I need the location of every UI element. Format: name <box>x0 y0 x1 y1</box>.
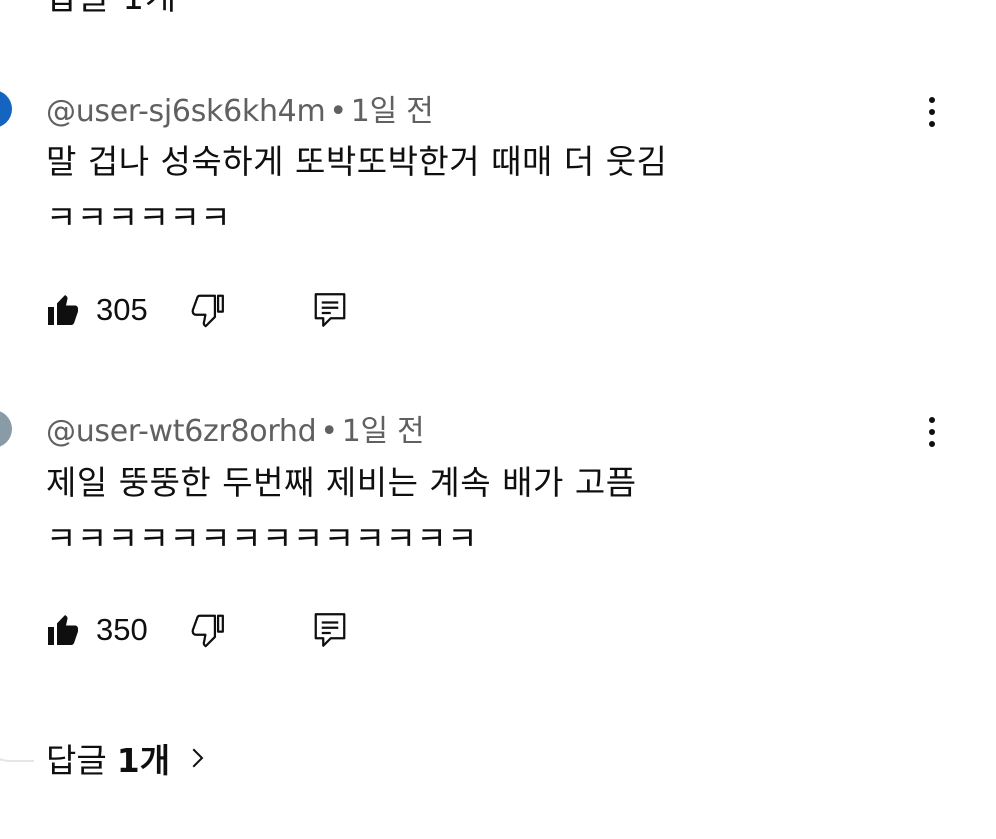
comment-timestamp: 1일 전 <box>350 94 434 129</box>
comment-meta: @user-wt6zr8orhd • 1일 전 <box>46 406 425 450</box>
comment-actions: 350 <box>44 608 348 652</box>
like-button[interactable] <box>44 612 82 648</box>
comment-text-line: ㅋㅋㅋㅋㅋㅋㅋㅋㅋㅋㅋㅋㅋㅋ <box>46 519 479 558</box>
dislike-button[interactable] <box>188 611 226 649</box>
like-count: 305 <box>96 292 148 327</box>
more-vertical-icon <box>929 417 935 423</box>
more-options-button[interactable] <box>912 90 952 134</box>
thread-connector-line <box>0 700 34 762</box>
reply-button[interactable] <box>312 290 348 330</box>
thumbs-down-icon <box>191 614 224 648</box>
separator-dot: • <box>320 414 338 449</box>
more-vertical-icon <box>929 97 935 103</box>
replies-label: 답글 <box>46 741 107 780</box>
reply-button[interactable] <box>312 610 348 650</box>
like-count: 350 <box>96 612 148 647</box>
comment-meta: @user-sj6sk6kh4m • 1일 전 <box>46 86 434 130</box>
comment-username[interactable]: @user-sj6sk6kh4m <box>46 94 326 129</box>
thumbs-down-icon <box>191 294 224 328</box>
dislike-button[interactable] <box>188 291 226 329</box>
comment-text-line: 제일 뚱뚱한 두번째 제비는 계속 배가 고픔 <box>46 463 637 502</box>
reply-comment-icon <box>314 613 346 647</box>
comment-actions: 305 <box>44 288 348 332</box>
reply-comment-icon <box>314 293 346 327</box>
avatar[interactable] <box>0 90 12 128</box>
separator-dot: • <box>329 94 347 129</box>
more-options-button[interactable] <box>912 410 952 454</box>
previous-replies-link-cutoff[interactable]: 답글 1개 <box>46 0 177 19</box>
avatar[interactable] <box>0 410 12 448</box>
thumbs-up-icon <box>48 295 78 325</box>
comment-text-line: 말 겁나 성숙하게 또박또박한거 때매 더 웃김 <box>46 142 668 181</box>
comment-username[interactable]: @user-wt6zr8orhd <box>46 414 317 449</box>
like-button[interactable] <box>44 292 82 328</box>
chevron-right-icon <box>192 748 204 768</box>
view-replies-button[interactable]: 답글 1개 <box>46 734 212 782</box>
comment-timestamp: 1일 전 <box>341 414 425 449</box>
comment-text-line: ㅋㅋㅋㅋㅋㅋ <box>46 198 232 237</box>
thumbs-up-icon <box>48 615 78 645</box>
replies-count: 1개 <box>116 741 171 780</box>
